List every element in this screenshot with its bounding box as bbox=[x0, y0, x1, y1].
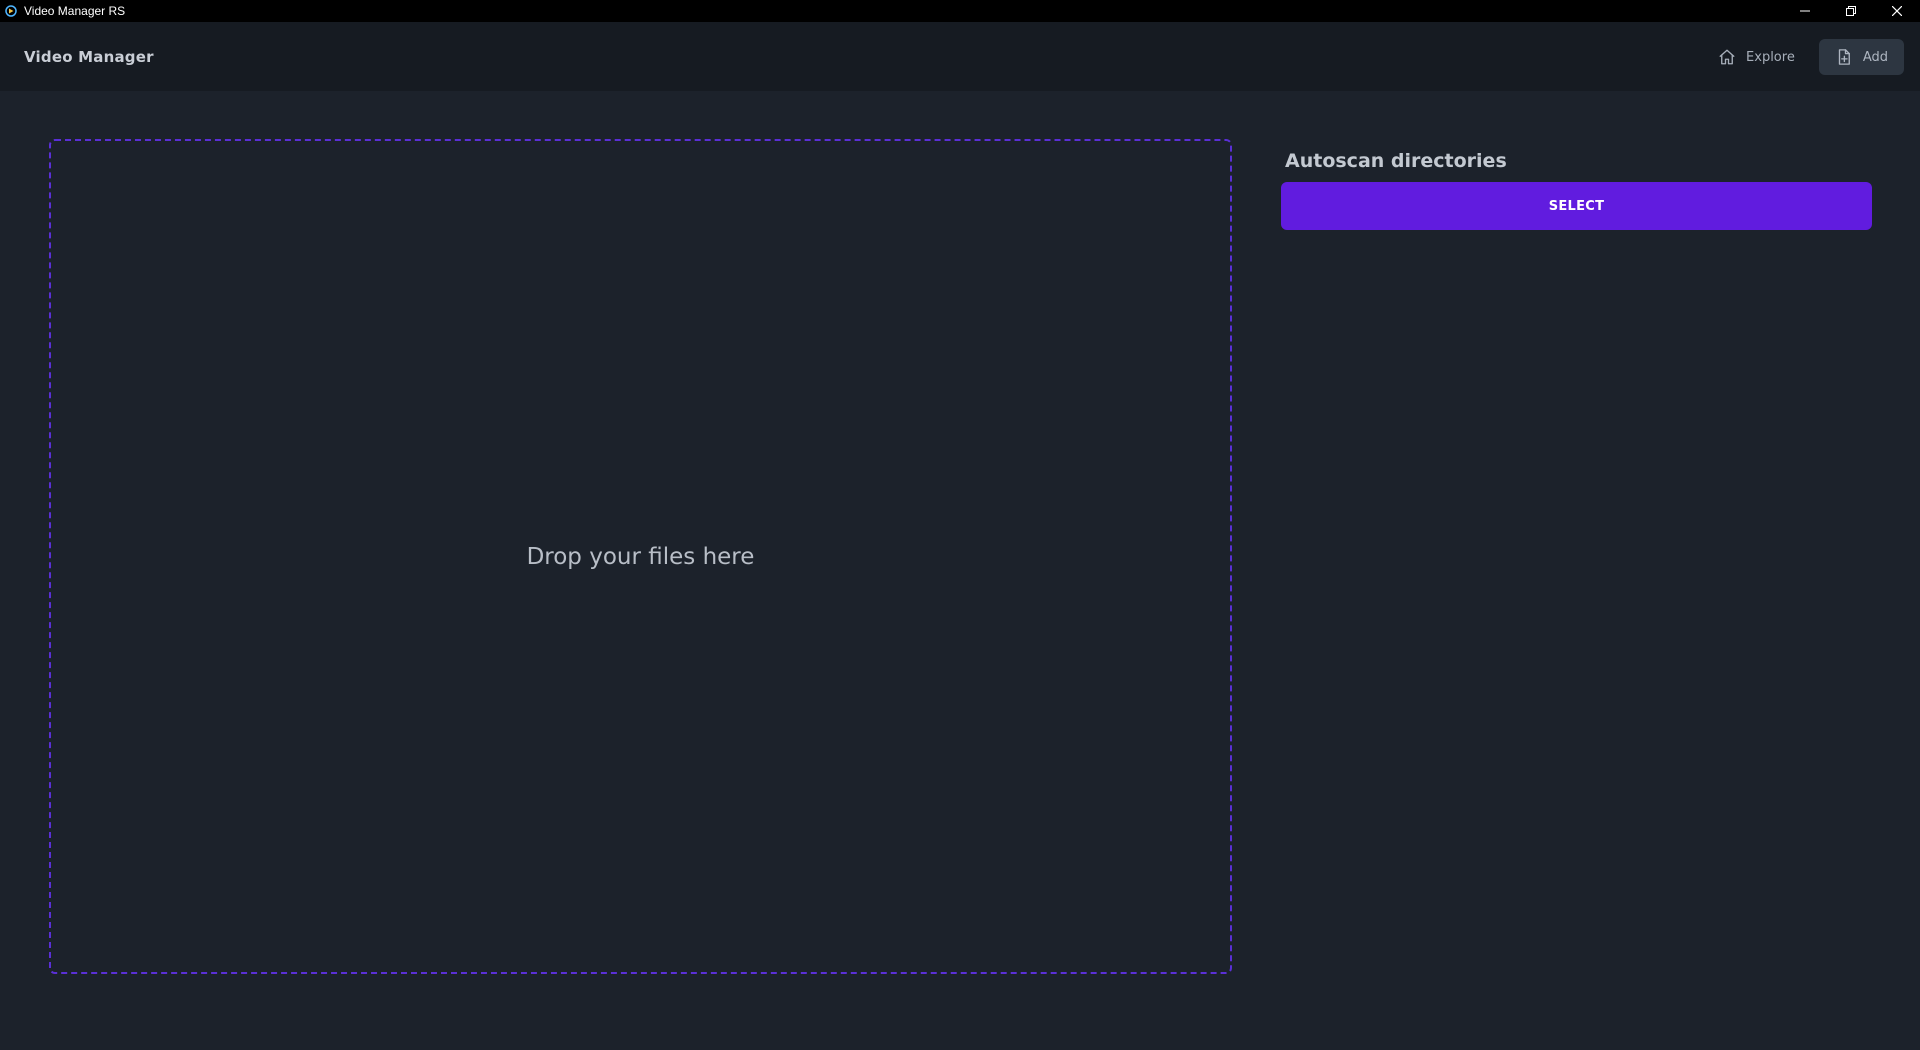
nav-add-button[interactable]: Add bbox=[1818, 39, 1904, 75]
file-add-icon bbox=[1838, 49, 1850, 65]
nav-explore-label: Explore bbox=[1746, 49, 1795, 65]
home-icon bbox=[1719, 49, 1735, 65]
file-drop-zone[interactable]: Drop your files here bbox=[49, 139, 1232, 974]
restore-icon bbox=[1846, 6, 1856, 16]
window-controls bbox=[1782, 0, 1920, 22]
minimize-button[interactable] bbox=[1782, 0, 1828, 22]
autoscan-panel: Autoscan directories SELECT bbox=[1281, 150, 1872, 230]
header-nav: Explore Add bbox=[1702, 39, 1904, 75]
drop-zone-text: Drop your files here bbox=[526, 543, 755, 570]
app-brand[interactable]: Video Manager bbox=[24, 48, 154, 66]
nav-explore-button[interactable]: Explore bbox=[1702, 39, 1811, 75]
autoscan-title: Autoscan directories bbox=[1285, 150, 1507, 172]
close-icon bbox=[1892, 6, 1902, 16]
app-header: Video Manager Explore Add bbox=[0, 22, 1920, 91]
minimize-icon bbox=[1800, 10, 1810, 12]
window-titlebar: Video Manager RS bbox=[0, 0, 1920, 22]
select-directories-button[interactable]: SELECT bbox=[1281, 182, 1872, 230]
window-title: Video Manager RS bbox=[24, 4, 126, 18]
app-logo-icon bbox=[4, 4, 18, 18]
close-button[interactable] bbox=[1874, 0, 1920, 22]
restore-button[interactable] bbox=[1828, 0, 1874, 22]
nav-add-label: Add bbox=[1862, 49, 1888, 65]
